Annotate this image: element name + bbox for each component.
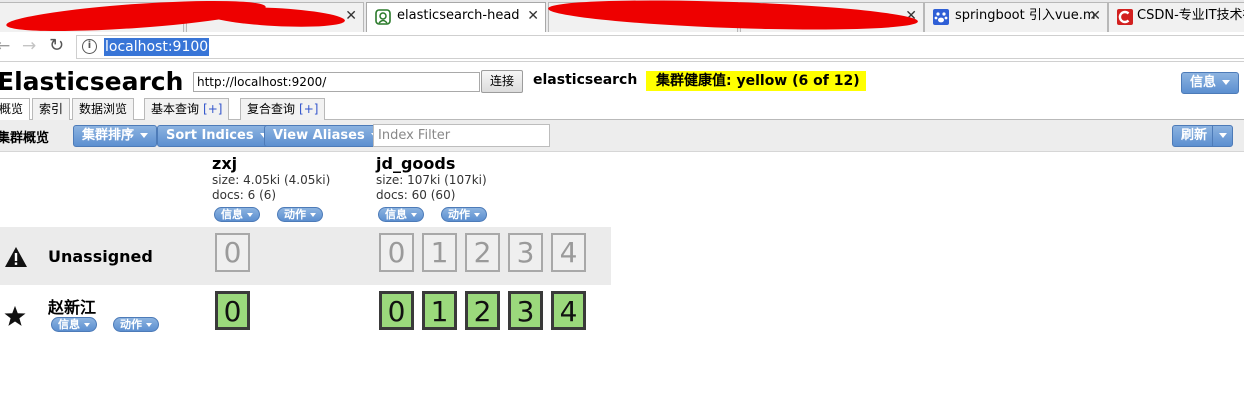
unassigned-shard[interactable]: 1 — [422, 233, 457, 272]
master-star-icon — [4, 305, 26, 326]
chevron-down-icon — [474, 213, 480, 217]
sort-indices-button[interactable]: Sort Indices — [157, 125, 277, 147]
warning-icon — [5, 247, 27, 267]
index-info-button[interactable]: 信息 — [214, 207, 260, 222]
unassigned-shard[interactable]: 0 — [379, 233, 414, 272]
refresh-dropdown-button[interactable] — [1212, 125, 1233, 147]
tab-basic-query[interactable]: 基本查询 [+] — [144, 98, 230, 120]
cluster-health-badge: 集群健康值: yellow (6 of 12) — [646, 71, 866, 91]
csdn-logo-icon — [1117, 9, 1133, 25]
primary-shard[interactable]: 2 — [465, 291, 500, 330]
app-tab-bar: 概览 索引 数据浏览 基本查询 [+] 复合查询 [+] — [0, 98, 1244, 121]
chevron-down-icon — [1222, 80, 1231, 85]
tab-data-browse[interactable]: 数据浏览 — [72, 98, 135, 120]
tab-label: 数据浏览 — [79, 102, 128, 116]
view-aliases-button[interactable]: View Aliases — [264, 125, 388, 147]
back-arrow-icon[interactable]: ← — [0, 36, 10, 56]
tab-overview[interactable]: 概览 — [0, 98, 31, 121]
add-tab-icon[interactable]: [+] — [299, 102, 318, 116]
primary-shard[interactable]: 3 — [508, 291, 543, 330]
refresh-button[interactable]: 刷新 — [1172, 125, 1217, 147]
close-icon[interactable]: ✕ — [345, 3, 357, 29]
button-label: 动作 — [448, 208, 470, 221]
chevron-down-icon — [247, 213, 253, 217]
chevron-down-icon — [146, 323, 152, 327]
node-info-button[interactable]: 信息 — [51, 317, 97, 332]
overview-toolbar: 集群概览 集群排序 Sort Indices View Aliases Inde… — [0, 120, 1244, 152]
browser-tab-springboot[interactable]: springboot 引入vue.m ✕ — [924, 2, 1108, 32]
add-tab-icon[interactable]: [+] — [203, 102, 222, 116]
chevron-down-icon — [1219, 133, 1227, 138]
info-menu-button[interactable]: 信息 — [1181, 72, 1240, 94]
browser-tab-csdn[interactable]: CSDN-专业IT技术社 — [1108, 2, 1244, 32]
app-title: Elasticsearch — [0, 67, 184, 96]
button-label: 信息 — [385, 208, 407, 221]
index-size: size: 4.05ki (4.05ki) — [212, 173, 331, 187]
address-bar[interactable]: i localhost:9100 — [76, 35, 1244, 59]
chevron-down-icon — [411, 213, 417, 217]
button-label: 动作 — [120, 318, 142, 331]
info-icon[interactable]: i — [82, 39, 97, 54]
unassigned-label: Unassigned — [48, 247, 153, 266]
address-url[interactable]: localhost:9100 — [104, 38, 210, 56]
close-icon[interactable]: ✕ — [1089, 3, 1101, 29]
node-action-button[interactable]: 动作 — [113, 317, 159, 332]
unassigned-shard[interactable]: 4 — [551, 233, 586, 272]
tab-compound-query[interactable]: 复合查询 [+] — [240, 98, 326, 120]
button-label: View Aliases — [273, 128, 365, 143]
connect-button[interactable]: 连接 — [481, 70, 523, 93]
chevron-down-icon — [140, 133, 149, 138]
index-name: zxj — [212, 154, 238, 173]
button-label: 集群排序 — [82, 128, 135, 143]
unassigned-shard[interactable]: 2 — [465, 233, 500, 272]
cluster-name: elasticsearch — [533, 72, 638, 88]
browser-address-row: ← → ↻ i localhost:9100 — [0, 32, 1244, 62]
index-action-button[interactable]: 动作 — [441, 207, 487, 222]
primary-shard[interactable]: 0 — [379, 291, 414, 330]
index-action-button[interactable]: 动作 — [277, 207, 323, 222]
elasticsearch-head-app: Elasticsearch http://localhost:9200/ 连接 … — [0, 62, 1244, 400]
reload-icon[interactable]: ↻ — [49, 35, 64, 56]
browser-tab-elasticsearch-head[interactable]: elasticsearch-head ✕ — [366, 2, 546, 32]
info-menu-label: 信息 — [1190, 75, 1217, 90]
chevron-down-icon — [84, 323, 90, 327]
button-label: Sort Indices — [166, 128, 254, 143]
browser-tab-label: elasticsearch-head — [397, 8, 520, 23]
index-info-button[interactable]: 信息 — [378, 207, 424, 222]
elasticsearch-head-favicon-icon — [375, 9, 391, 25]
index-size: size: 107ki (107ki) — [376, 173, 487, 187]
browser-tab-label: springboot 引入vue.m — [955, 8, 1096, 23]
index-filter-input[interactable]: Index Filter — [373, 124, 550, 147]
tab-label: 基本查询 — [151, 102, 200, 116]
baidu-paw-icon — [933, 9, 949, 25]
connection-url-input[interactable]: http://localhost:9200/ — [193, 72, 480, 92]
unassigned-shard[interactable]: 0 — [215, 233, 250, 272]
browser-tab-label: CSDN-专业IT技术社 — [1137, 8, 1244, 23]
chevron-down-icon — [310, 213, 316, 217]
cluster-sort-button[interactable]: 集群排序 — [73, 125, 158, 147]
tab-indices[interactable]: 索引 — [32, 98, 71, 120]
index-docs: docs: 6 (6) — [212, 188, 277, 202]
button-label: 动作 — [284, 208, 306, 221]
primary-shard[interactable]: 1 — [422, 291, 457, 330]
forward-arrow-icon[interactable]: → — [22, 36, 36, 56]
primary-shard[interactable]: 0 — [215, 291, 250, 330]
button-label: 信息 — [58, 318, 80, 331]
tab-label: 概览 — [0, 102, 24, 116]
button-label: 信息 — [221, 208, 243, 221]
node-name: 赵新江 — [48, 298, 97, 317]
toolbar-label: 集群概览 — [0, 131, 50, 146]
close-icon[interactable]: ✕ — [527, 3, 539, 29]
primary-shard[interactable]: 4 — [551, 291, 586, 330]
browser-tab-bar: ✕ ✕ elasticsearch-head ✕ ✕ ✕ springboot … — [0, 0, 1244, 38]
tab-label: 索引 — [39, 102, 64, 116]
index-docs: docs: 60 (60) — [376, 188, 456, 202]
tab-label: 复合查询 — [247, 102, 296, 116]
index-name: jd_goods — [376, 154, 456, 173]
unassigned-shard[interactable]: 3 — [508, 233, 543, 272]
